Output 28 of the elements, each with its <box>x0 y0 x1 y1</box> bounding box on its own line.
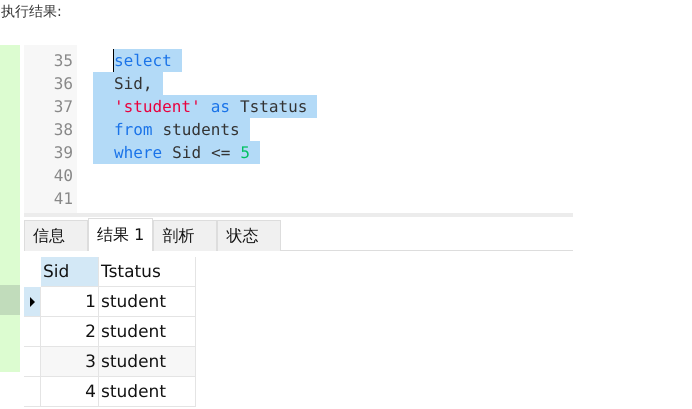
result-tab[interactable]: 结果 1 <box>88 218 154 251</box>
line-number: 36 <box>52 73 74 95</box>
table-cell: student <box>99 347 196 377</box>
row-marker[interactable] <box>24 317 41 347</box>
column-header[interactable]: Sid <box>41 257 99 287</box>
caret-icon <box>30 296 34 306</box>
column-header[interactable]: Tstatus <box>99 257 196 287</box>
line-number: 40 <box>52 165 74 187</box>
result-tab[interactable]: 状态 <box>217 220 282 251</box>
code-editor[interactable]: 35 36 37 38 39 40 41 select Sid, 'student' as Tstatus from students where Sid <= 5 <box>24 45 573 217</box>
table-cell: student <box>99 317 196 347</box>
line-number: 37 <box>52 96 74 118</box>
line-number: 35 <box>52 50 74 72</box>
result-tab[interactable]: 信息 <box>24 220 88 251</box>
row-marker[interactable] <box>24 377 41 407</box>
row-marker[interactable] <box>24 287 41 317</box>
line-number: 38 <box>52 119 74 141</box>
table-cell: 2 <box>41 317 99 347</box>
heading: 执行结果: <box>0 3 63 22</box>
table-cell: student <box>99 377 196 407</box>
table-cell: 4 <box>41 377 99 407</box>
table-cell: 1 <box>41 287 99 317</box>
line-number: 39 <box>52 142 74 164</box>
result-tab[interactable]: 剖析 <box>153 220 218 251</box>
line-number: 41 <box>52 188 74 210</box>
table-cell: 3 <box>41 347 99 377</box>
row-marker[interactable] <box>24 347 41 377</box>
table-cell: student <box>99 287 196 317</box>
